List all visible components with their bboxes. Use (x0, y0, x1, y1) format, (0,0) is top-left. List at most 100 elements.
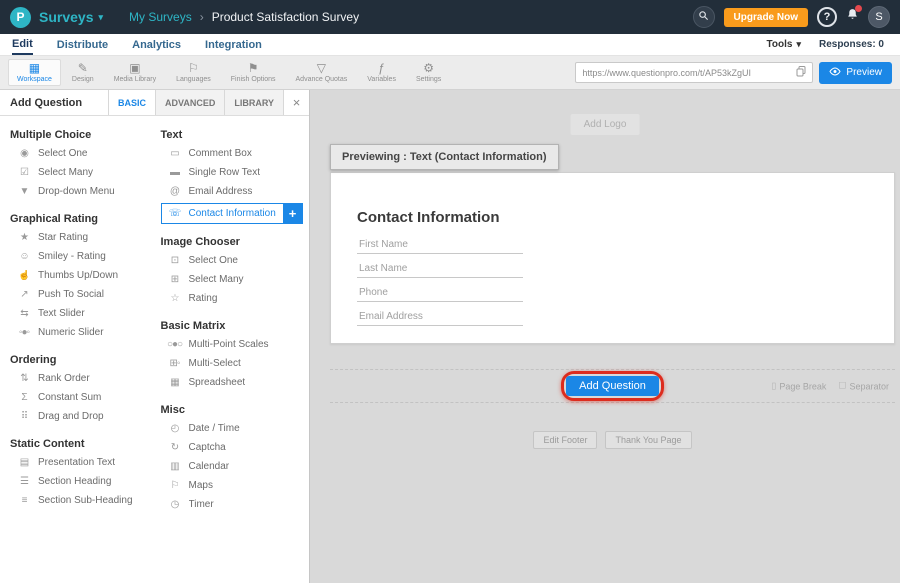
survey-url: https://www.questionpro.com/t/AP53kZgUI (582, 68, 796, 78)
question-type-select-many[interactable]: ☑Select Many (10, 163, 153, 182)
upgrade-now-button[interactable]: Upgrade Now (724, 8, 808, 27)
question-type-label: Presentation Text (38, 457, 115, 468)
question-type-rating[interactable]: ☆Rating (161, 289, 304, 308)
toolbar-items: ▦Workspace✎Design▣Media Library⚐Language… (8, 59, 450, 86)
thank-you-page-button[interactable]: Thank You Page (605, 431, 691, 449)
spreadsheet-icon: ▦ (166, 377, 184, 388)
question-type-captcha[interactable]: ↻Captcha (161, 438, 304, 457)
toolbar-finish-options[interactable]: ⚑Finish Options (222, 59, 285, 86)
presentation-text-icon: ▤ (15, 457, 33, 468)
section-heading-image-chooser: Image Chooser (161, 236, 304, 248)
breadcrumb-current: Product Satisfaction Survey (212, 10, 359, 24)
question-type-comment-box[interactable]: ▭Comment Box (161, 144, 304, 163)
question-type-spreadsheet[interactable]: ▦ Spreadsheet (161, 373, 304, 392)
avatar[interactable]: S (868, 6, 890, 28)
tab-analytics[interactable]: Analytics (132, 34, 181, 55)
question-type-calendar[interactable]: ▥Calendar (161, 457, 304, 476)
toolbar-label: Finish Options (231, 76, 276, 83)
question-type-label: Spreadsheet (189, 377, 246, 388)
question-type-timer[interactable]: ◷Timer (161, 495, 304, 514)
question-type-section-sub-heading[interactable]: ≡Section Sub-Heading (10, 491, 153, 510)
question-type-label: Thumbs Up/Down (38, 270, 118, 281)
field-last-name[interactable] (357, 254, 523, 278)
contact-form: Contact Information (331, 173, 894, 326)
tab-distribute[interactable]: Distribute (57, 34, 108, 55)
toolbar-languages[interactable]: ⚐Languages (167, 59, 220, 86)
star-icon: ★ (15, 232, 33, 243)
tab-edit[interactable]: Edit (12, 34, 33, 55)
question-type-constant-sum[interactable]: ΣConstant Sum (10, 388, 153, 407)
edit-footer-button[interactable]: Edit Footer (533, 431, 597, 449)
breadcrumb-my-surveys[interactable]: My Surveys (129, 10, 192, 24)
tools-menu[interactable]: Tools ▾ (767, 39, 801, 50)
panel-tab-basic[interactable]: BASIC (108, 90, 155, 115)
questionpro-logo[interactable]: P (10, 7, 31, 28)
close-panel-button[interactable]: × (283, 90, 309, 115)
footer-actions: Edit Footer Thank You Page (330, 431, 895, 449)
panel-tab-library[interactable]: LIBRARY (224, 90, 283, 115)
help-button[interactable]: ? (817, 7, 837, 27)
panel-tabs: BASICADVANCEDLIBRARY (108, 90, 283, 115)
field-first-name[interactable] (357, 230, 523, 254)
question-type-label: Select One (189, 255, 238, 266)
preview-button[interactable]: Preview (819, 62, 892, 84)
separator-toggle[interactable]: ☐ Separator (838, 381, 889, 392)
toolbar-advance-quotas[interactable]: ▽Advance Quotas (287, 59, 357, 86)
design-icon: ✎ (78, 62, 88, 75)
field-email-address[interactable] (357, 302, 523, 326)
question-type-star-rating[interactable]: ★Star Rating (10, 228, 153, 247)
add-logo-button[interactable]: Add Logo (571, 114, 640, 135)
surveys-menu[interactable]: Surveys ▾ (39, 9, 103, 25)
question-type-smiley-rating[interactable]: ☺Smiley - Rating (10, 247, 153, 266)
survey-url-box[interactable]: https://www.questionpro.com/t/AP53kZgUI (575, 62, 813, 83)
field-phone[interactable] (357, 278, 523, 302)
page-break-toggle[interactable]: ▯ Page Break (771, 381, 826, 392)
brand-label: Surveys (39, 9, 93, 25)
survey-canvas: Add Logo Previewing : Text (Contact Info… (310, 90, 900, 583)
question-type-multi-select[interactable]: ⊞◦Multi-Select (161, 354, 304, 373)
question-type-maps[interactable]: ⚐Maps (161, 476, 304, 495)
toolbar-variables[interactable]: ƒVariables (358, 59, 405, 86)
question-type-label: Numeric Slider (38, 327, 104, 338)
question-type-email-address[interactable]: @Email Address (161, 182, 304, 201)
question-type-select-one[interactable]: ◉Select One (10, 144, 153, 163)
question-type-push-to-social[interactable]: ↗Push To Social (10, 285, 153, 304)
toolbar-design[interactable]: ✎Design (63, 59, 103, 86)
toolbar-workspace[interactable]: ▦Workspace (8, 59, 61, 86)
toolbar-media-library[interactable]: ▣Media Library (105, 59, 165, 86)
search-button[interactable] (693, 6, 715, 28)
question-type-section-heading[interactable]: ☰Section Heading (10, 472, 153, 491)
toolbar-label: Media Library (114, 76, 156, 83)
question-type-label: Comment Box (189, 148, 252, 159)
question-type-label: Captcha (189, 442, 226, 453)
copy-link-icon[interactable] (796, 66, 806, 79)
advance-quotas-icon: ▽ (317, 62, 326, 75)
panel-tab-advanced[interactable]: ADVANCED (155, 90, 224, 115)
toolbar-settings[interactable]: ⚙Settings (407, 59, 450, 86)
question-type-label: Timer (189, 499, 214, 510)
question-type-presentation-text[interactable]: ▤ Presentation Text (10, 453, 153, 472)
topbar: P Surveys ▾ My Surveys › Product Satisfa… (0, 0, 900, 34)
question-type-contact-information[interactable]: ☏Contact Information+ (161, 203, 304, 224)
responses-count[interactable]: Responses: 0 (819, 39, 884, 50)
add-question-panel: Add Question BASICADVANCEDLIBRARY × Mult… (0, 90, 310, 583)
question-type-numeric-slider[interactable]: ◦●◦Numeric Slider (10, 323, 153, 342)
question-type-rank-order[interactable]: ⇅Rank Order (10, 369, 153, 388)
question-type-single-row-text[interactable]: ▬Single Row Text (161, 163, 304, 182)
question-type-date-time[interactable]: ◴Date / Time (161, 419, 304, 438)
question-type-label: Rating (189, 293, 218, 304)
question-type-thumbs-up-down[interactable]: ☝Thumbs Up/Down (10, 266, 153, 285)
notifications-button[interactable] (846, 8, 859, 26)
question-type-drag-and-drop[interactable]: ⠿Drag and Drop (10, 407, 153, 426)
survey-preview-card: Contact Information (330, 172, 895, 344)
add-question-button[interactable]: Add Question (566, 376, 659, 396)
multi-point-scales-icon: ○●○ (166, 339, 184, 350)
question-type-text-slider[interactable]: ⇆Text Slider (10, 304, 153, 323)
breadcrumb: My Surveys › Product Satisfaction Survey (129, 10, 359, 24)
question-type-select-one[interactable]: ⊡Select One (161, 251, 304, 270)
add-selected-question-button[interactable]: + (283, 204, 302, 223)
tab-integration[interactable]: Integration (205, 34, 262, 55)
question-type-select-many[interactable]: ⊞Select Many (161, 270, 304, 289)
question-type-multi-point-scales[interactable]: ○●○Multi-Point Scales (161, 335, 304, 354)
question-type-drop-down-menu[interactable]: ▼Drop-down Menu (10, 182, 153, 201)
